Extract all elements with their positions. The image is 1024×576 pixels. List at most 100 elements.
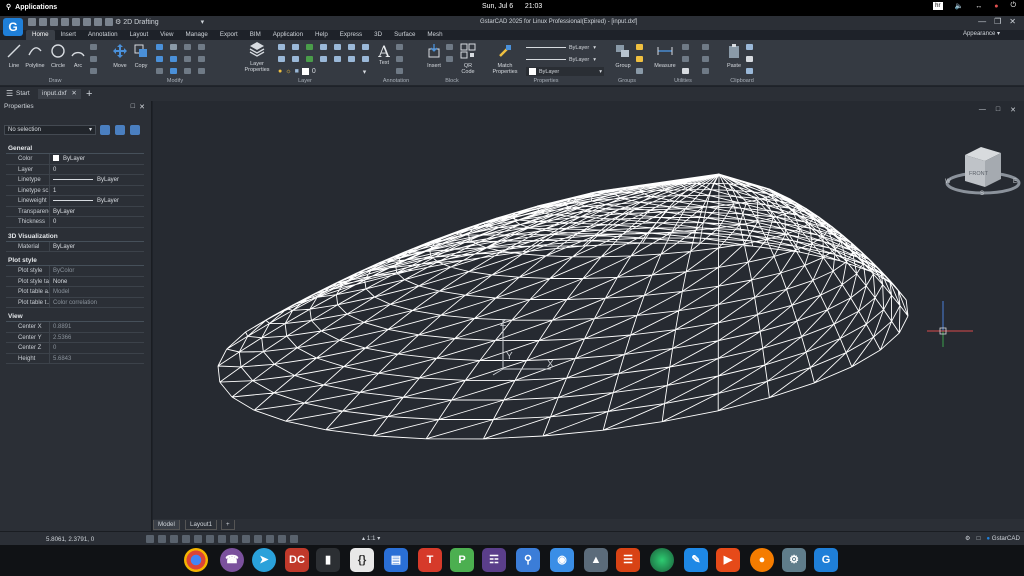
terminal-icon[interactable]: ▮ [316,548,340,572]
explode-icon[interactable] [184,56,191,62]
save-icon[interactable] [50,18,58,26]
text-button[interactable]: A Text [374,43,394,66]
measure-button[interactable]: Measure [652,43,678,69]
property-value[interactable]: 0 [50,165,144,175]
linetype-dropdown[interactable]: ByLayer ▾ [526,55,604,64]
rotate-icon[interactable] [156,44,163,50]
close-icon[interactable]: ✕ [1009,17,1016,26]
annotation-icon[interactable] [278,535,286,543]
chrome-icon[interactable] [184,548,208,572]
app-logo[interactable]: G [3,18,23,36]
group-select-icon[interactable] [636,68,643,74]
layer-previous-icon[interactable] [292,44,299,50]
gstarcad-taskbar-icon[interactable]: G [814,548,838,572]
applications-menu[interactable]: ⚲ Applications [6,3,57,12]
layer-copy-icon[interactable] [362,56,369,62]
property-row[interactable]: Center Z0 [6,343,144,354]
layer-change-icon[interactable] [292,56,299,62]
keyboard-layout-indicator[interactable]: hr [933,2,943,10]
calculator-icon[interactable] [682,68,689,74]
property-row[interactable]: Plot style ByColor [6,266,144,277]
line-button[interactable]: Line [4,43,24,69]
polar-icon[interactable] [182,535,190,543]
equalizer-icon[interactable]: ☶ [482,548,506,572]
offset-icon[interactable] [184,68,191,74]
section-3d-visualization[interactable]: 3D Visualization [6,232,144,242]
id-point-icon[interactable] [682,44,689,50]
property-value[interactable]: Color correlation [50,298,144,308]
add-layout-button[interactable]: + [221,520,235,530]
gear-icon[interactable]: ⚙ [965,535,971,542]
close-icon[interactable]: ✕ [71,90,76,97]
software-updater-icon[interactable]: ▲ [584,548,608,572]
layer-walk-icon[interactable] [362,44,369,50]
table-icon[interactable] [396,68,403,74]
osnap-icon[interactable] [194,535,202,543]
quick-select-icon[interactable] [682,56,689,62]
copy-button[interactable]: Copy [131,43,151,69]
close-icon[interactable]: ✕ [1010,106,1016,114]
property-value[interactable]: 0 [50,343,144,353]
clock[interactable]: Sun, Jul 6 21:03 [482,3,542,10]
lineweight-icon[interactable] [242,535,250,543]
minimize-icon[interactable]: — [979,106,986,114]
fillet-icon[interactable] [170,56,177,62]
property-row[interactable]: Thickness 0 [6,217,144,228]
tab-3d[interactable]: 3D [368,30,388,40]
print-icon[interactable] [72,18,80,26]
layer-match-icon[interactable] [278,56,285,62]
section-view[interactable]: View [6,312,144,322]
pen-app-icon[interactable]: ✎ [684,548,708,572]
join-icon[interactable] [198,68,205,74]
texmaker-icon[interactable]: T [418,548,442,572]
trim-icon[interactable] [170,44,177,50]
edit-block-icon[interactable] [446,56,453,62]
property-value[interactable]: 0 [50,217,144,227]
move-button[interactable]: Move [110,43,130,69]
globe-app-icon[interactable] [650,548,674,572]
doublecmd-icon[interactable]: DC [285,548,309,572]
qr-code-button[interactable]: QR Code [458,43,478,75]
property-row[interactable]: Center Y 2.5366 [6,332,144,343]
media-app-icon[interactable]: ▶ [716,548,740,572]
layer-isolate-icon[interactable] [348,44,355,50]
dynamic-input-icon[interactable] [230,535,238,543]
property-value[interactable]: ByLayer [50,175,144,185]
drawing-viewport[interactable]: Z Y X FRONT W S E [153,101,1024,519]
layer-lock-icon[interactable] [334,44,341,50]
leader-icon[interactable] [396,56,403,62]
property-row[interactable]: Lineweight ByLayer [6,196,144,207]
area-icon[interactable] [702,68,709,74]
color-dropdown[interactable]: ByLayer ▾ [526,43,604,52]
network-icon[interactable]: ↔ [975,3,982,10]
layer-properties-button[interactable]: Layer Properties [240,41,274,73]
point-style-icon[interactable] [702,56,709,62]
property-row[interactable]: Plot style ta...None [6,276,144,287]
telegram-icon[interactable]: ➤ [252,548,276,572]
qat-dropdown-icon[interactable] [105,18,113,26]
paste-button[interactable]: Paste [724,43,744,69]
erase-icon[interactable] [198,44,205,50]
tab-mesh[interactable]: Mesh [421,30,448,40]
close-icon[interactable]: ✕ [139,103,145,111]
ungroup-icon[interactable] [636,44,643,50]
otrack-icon[interactable] [206,535,214,543]
copy-clip-icon[interactable] [746,44,753,50]
tab-view[interactable]: View [154,30,179,40]
tab-home[interactable]: Home [26,30,55,40]
selection-dropdown[interactable]: No selection ▾ [4,125,96,135]
hatch-icon[interactable] [90,68,97,74]
lineweight-dropdown[interactable]: ByLayer ▾ [526,67,604,76]
property-row[interactable]: Plot table a... Model [6,287,144,298]
toggle-pickadd-icon[interactable] [100,125,110,135]
tab-express[interactable]: Express [334,30,368,40]
polyline-button[interactable]: Polyline [24,43,46,69]
minimize-icon[interactable]: — [978,17,986,26]
property-row[interactable]: Linetype sc... 1 [6,185,144,196]
toggle-app-icon[interactable]: ◉ [550,548,574,572]
model-space-icon[interactable] [290,535,298,543]
section-plot-style[interactable]: Plot style [6,256,144,266]
grid-icon[interactable] [146,535,154,543]
property-value[interactable]: ByLayer [50,207,144,217]
power-icon[interactable]: ⏻ [1010,2,1016,10]
